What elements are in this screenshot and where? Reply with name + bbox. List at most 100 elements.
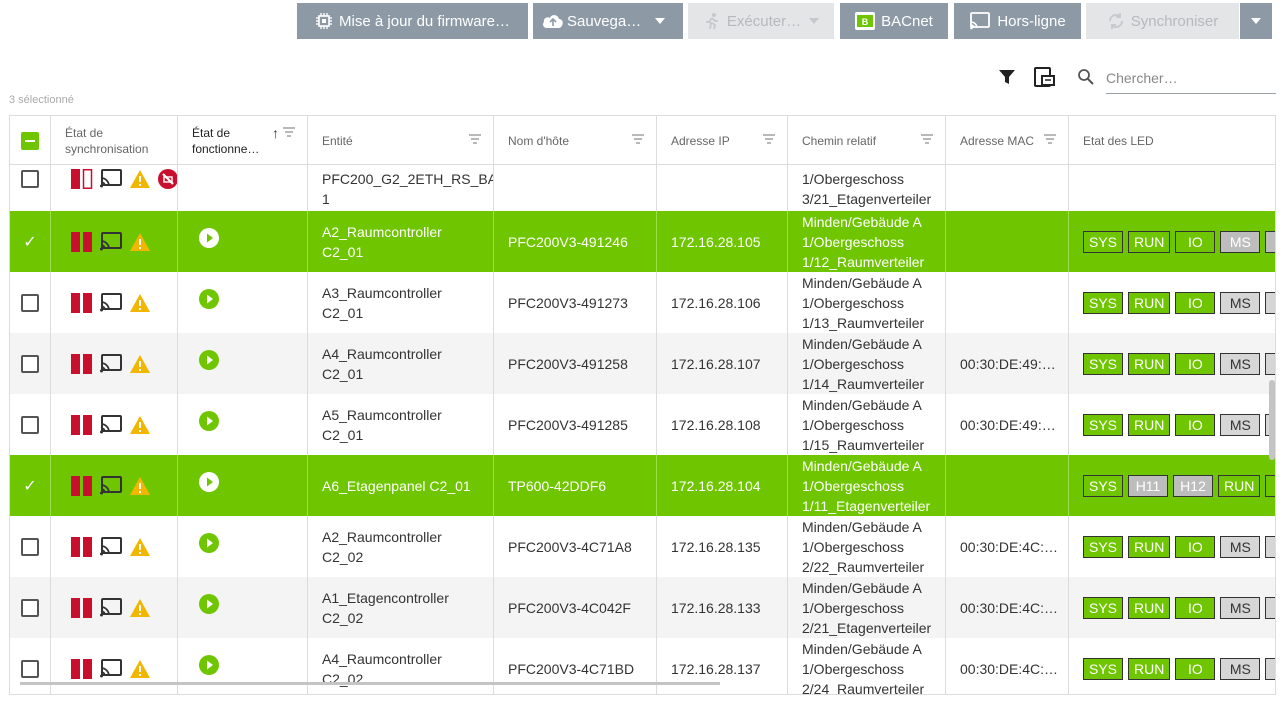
ip-cell — [657, 165, 788, 211]
offline-button[interactable]: Hors-ligne — [954, 3, 1081, 39]
column-filter-icon[interactable] — [763, 133, 775, 147]
cast-icon — [969, 12, 991, 30]
column-filter-icon[interactable] — [469, 133, 481, 147]
backup-label: Sauvega… — [567, 12, 642, 30]
mac-cell-text: 00:30:DE:4C:… — [960, 599, 1059, 616]
column-header-sync-status[interactable]: État de synchronisation — [51, 116, 178, 165]
row-checkbox[interactable] — [21, 598, 39, 617]
row-select-cell — [10, 272, 51, 333]
ip-cell: 172.16.28.133 — [657, 577, 788, 638]
row-checkbox[interactable] — [21, 354, 39, 373]
row-checkbox[interactable] — [21, 415, 39, 434]
row-checkbox[interactable] — [21, 537, 39, 556]
connection-icon — [99, 414, 123, 435]
play-icon — [198, 227, 220, 249]
led-indicator: RUN — [1128, 535, 1171, 558]
column-header-hostname[interactable]: Nom d'hôte — [494, 116, 657, 165]
table-row[interactable]: PFC200_G2_2ETH_RS_BA 1 1/Obergeschoss 3/2… — [10, 165, 1275, 211]
entity-cell: A4_Raumcontroller C2_01 — [308, 333, 494, 394]
led-indicator: N — [1265, 291, 1275, 314]
path-cell: Minden/Gebäude A 1/Obergeschoss 1/15_Rau… — [788, 394, 946, 455]
column-filter-icon[interactable] — [283, 126, 295, 140]
table-row[interactable]: ✓ A6_Etagenpanel C2_01 TP600-42DDF6 172.16.… — [10, 455, 1275, 516]
hostname-cell: PFC200V3-4C71A8 — [494, 516, 657, 577]
firmware-update-button[interactable]: Mise à jour du firmware… — [297, 3, 528, 39]
led-indicator: SYS — [1083, 657, 1124, 680]
led-indicator: SYS — [1083, 352, 1124, 375]
entity-cell: A4_Raumcontroller C2_02 — [308, 638, 494, 694]
table-row[interactable]: A3_Raumcontroller C2_01 PFC200V3-491273 17… — [10, 272, 1275, 333]
table-row[interactable]: A1_Etagencontroller C2_02 PFC200V3-4C042F… — [10, 577, 1275, 638]
row-checkbox[interactable] — [21, 293, 39, 312]
warning-icon — [129, 476, 151, 496]
chevron-down-icon[interactable] — [655, 18, 665, 24]
ip-cell: 172.16.28.106 — [657, 272, 788, 333]
columns-icon[interactable] — [1033, 66, 1055, 88]
path-cell-text: Minden/Gebäude A 1/Obergeschoss 1/13_Rau… — [802, 274, 925, 331]
table-row[interactable]: A4_Raumcontroller C2_02 PFC200V3-4C71BD 17… — [10, 638, 1275, 694]
column-filter-icon[interactable] — [921, 133, 933, 147]
row-checkbox[interactable] — [21, 659, 39, 678]
row-checkbox-checked[interactable]: ✓ — [23, 232, 36, 252]
column-header-led[interactable]: Etat des LED — [1069, 116, 1275, 165]
row-select-cell: ✓ — [10, 211, 51, 272]
entity-cell: A2_Raumcontroller C2_01 — [308, 211, 494, 272]
entity-cell: A3_Raumcontroller C2_01 — [308, 272, 494, 333]
hostname-cell-text: PFC200V3-4C71A8 — [508, 538, 632, 555]
ip-cell-text: 172.16.28.108 — [671, 416, 761, 433]
row-checkbox[interactable] — [21, 170, 39, 188]
table-row[interactable]: A4_Raumcontroller C2_01 PFC200V3-491258 17… — [10, 333, 1275, 394]
mac-cell-text: 00:30:DE:49:… — [960, 416, 1056, 433]
hostname-cell: PFC200V3-491273 — [494, 272, 657, 333]
mac-cell: 00:30:DE:4C:… — [946, 577, 1069, 638]
horizontal-scrollbar[interactable] — [20, 682, 720, 685]
sync-status-cell — [51, 516, 178, 577]
play-icon — [198, 654, 220, 676]
column-header-mac[interactable]: Adresse MAC — [946, 116, 1069, 165]
synchronize-button[interactable]: Synchroniser — [1086, 3, 1239, 39]
hostname-cell — [494, 165, 657, 211]
led-status-cell: SYSRUNIOMSN — [1069, 577, 1275, 638]
sync-icon — [1107, 12, 1125, 30]
backup-button[interactable]: Sauvega… — [533, 3, 683, 39]
column-header-ip[interactable]: Adresse IP — [657, 116, 788, 165]
bacnet-button[interactable]: B BACnet — [840, 3, 948, 39]
led-status-cell: SYSRUNIOMSN — [1069, 394, 1275, 455]
device-status-icon — [71, 597, 93, 618]
device-status-icon — [71, 353, 93, 374]
led-indicator: H12 — [1173, 474, 1214, 497]
table-row[interactable]: A2_Raumcontroller C2_02 PFC200V3-4C71A8 17… — [10, 516, 1275, 577]
search-icon — [1077, 68, 1095, 86]
warning-icon — [129, 598, 151, 618]
column-filter-icon[interactable] — [1044, 133, 1056, 147]
execute-button[interactable]: Exécuter… — [688, 3, 834, 39]
device-status-icon — [71, 536, 93, 557]
hostname-cell-text: PFC200V3-491246 — [508, 233, 628, 250]
column-header-run-status[interactable]: État de fonctionne… ↑ — [178, 116, 308, 165]
vertical-scrollbar[interactable] — [1269, 380, 1275, 460]
synchronize-label: Synchroniser — [1130, 12, 1219, 30]
ip-cell-text: 172.16.28.135 — [671, 538, 761, 555]
filter-icon[interactable] — [998, 68, 1016, 86]
mac-cell-text: 00:30:DE:4C:… — [960, 538, 1059, 555]
led-indicator: RUN — [1128, 657, 1171, 680]
column-filter-icon[interactable] — [632, 133, 644, 147]
row-checkbox-checked[interactable]: ✓ — [23, 476, 36, 496]
ip-cell-text: 172.16.28.107 — [671, 355, 761, 372]
path-cell-text: Minden/Gebäude A 1/Obergeschoss 1/15_Rau… — [802, 396, 925, 453]
row-select-cell — [10, 394, 51, 455]
select-all-checkbox[interactable] — [21, 131, 39, 150]
synchronize-menu-button[interactable] — [1240, 3, 1272, 39]
table-row[interactable]: A5_Raumcontroller C2_01 PFC200V3-491285 17… — [10, 394, 1275, 455]
led-indicator: SYS — [1083, 230, 1124, 253]
search-input[interactable] — [1106, 62, 1276, 94]
ip-cell: 172.16.28.105 — [657, 211, 788, 272]
device-status-icon — [71, 169, 93, 189]
connection-icon — [99, 597, 123, 618]
column-header-entity[interactable]: Entité — [308, 116, 494, 165]
column-header-path[interactable]: Chemin relatif — [788, 116, 946, 165]
chevron-down-icon — [809, 18, 820, 24]
table-row[interactable]: ✓ A2_Raumcontroller C2_01 PFC200V3-491246 1… — [10, 211, 1275, 272]
sync-status-cell — [51, 394, 178, 455]
run-status-cell — [178, 577, 308, 638]
